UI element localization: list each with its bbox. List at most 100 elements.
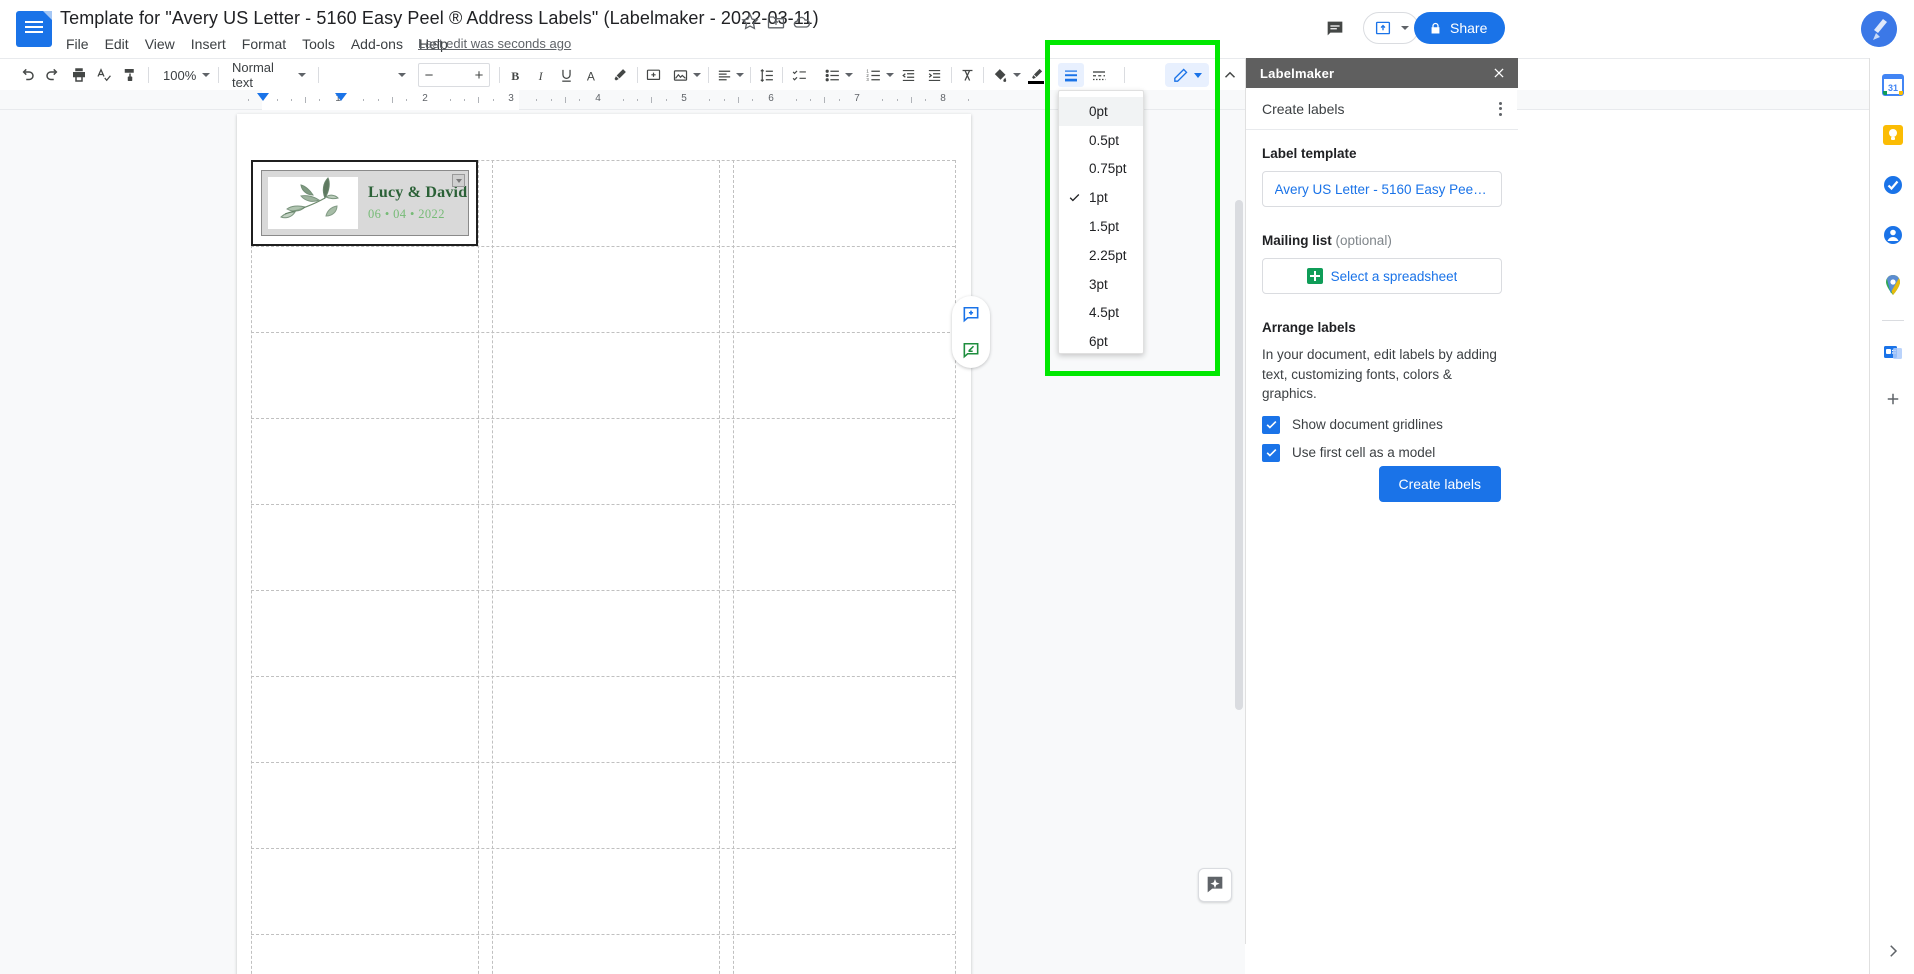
line-spacing-icon[interactable]	[754, 63, 778, 87]
font-size-increase-button[interactable]: +	[469, 64, 489, 86]
explore-button[interactable]	[1198, 868, 1232, 902]
italic-icon[interactable]: I	[529, 63, 553, 87]
border-width-label-1-5pt: 1.5pt	[1089, 219, 1120, 235]
border-width-option-3pt[interactable]: 3pt	[1059, 270, 1143, 299]
checkbox-label-show-gridlines: Show document gridlines	[1292, 417, 1443, 433]
paint-format-icon[interactable]	[118, 63, 142, 87]
google-keep-icon[interactable]	[1880, 122, 1906, 148]
move-to-folder-icon[interactable]	[766, 12, 788, 34]
border-width-option-0pt[interactable]: 0pt	[1059, 97, 1143, 126]
background-color-chevron-down-icon[interactable]	[1010, 63, 1024, 87]
first-line-indent-marker[interactable]	[257, 93, 269, 101]
page-title[interactable]: Template for "Avery US Letter - 5160 Eas…	[60, 8, 819, 29]
border-width-option-1pt[interactable]: 1pt	[1059, 183, 1143, 212]
spelling-check-icon[interactable]	[92, 63, 116, 87]
ruler[interactable]: 1 2 3 4 5 6 7 8	[0, 90, 1914, 110]
mailing-list-heading: Mailing list (optional)	[1262, 233, 1502, 248]
checkbox-use-first-cell-as-model[interactable]: Use first cell as a model	[1262, 443, 1502, 462]
border-width-label-6pt: 6pt	[1089, 334, 1108, 350]
expand-panel-icon[interactable]	[1882, 940, 1904, 962]
clear-formatting-icon[interactable]	[955, 63, 979, 87]
present-button[interactable]	[1363, 12, 1419, 44]
underline-icon[interactable]	[554, 63, 578, 87]
checklist-icon[interactable]	[787, 63, 811, 87]
last-edit-status[interactable]: Last edit was seconds ago	[418, 36, 571, 51]
label-content[interactable]: Lucy & David 06 • 04 • 2022	[261, 170, 469, 236]
left-indent-marker[interactable]	[335, 93, 347, 101]
redo-icon[interactable]	[41, 63, 65, 87]
editing-mode-button[interactable]	[1165, 63, 1209, 87]
menu-item-file[interactable]: File	[58, 33, 97, 55]
document-page[interactable]: Lucy & David 06 • 04 • 2022	[237, 114, 971, 974]
border-width-option-0-5pt[interactable]: 0.5pt	[1059, 126, 1143, 155]
insert-comment-icon[interactable]	[641, 63, 665, 87]
hide-toolbar-icon[interactable]	[1218, 63, 1242, 87]
insert-image-chevron-down-icon[interactable]	[690, 63, 704, 87]
insert-image-icon[interactable]	[668, 63, 692, 87]
menu-item-tools[interactable]: Tools	[294, 33, 343, 55]
label-template-heading: Label template	[1262, 146, 1357, 161]
create-labels-button[interactable]: Create labels	[1378, 466, 1501, 502]
menu-item-view[interactable]: View	[137, 33, 183, 55]
undo-icon[interactable]	[15, 63, 39, 87]
google-maps-icon[interactable]	[1880, 272, 1906, 298]
select-spreadsheet-button[interactable]: Select a spreadsheet	[1262, 258, 1502, 294]
suggest-edit-icon[interactable]	[961, 340, 981, 360]
border-width-label-3pt: 3pt	[1089, 276, 1108, 292]
font-size-decrease-button[interactable]: −	[419, 64, 439, 86]
menu-item-format[interactable]: Format	[234, 33, 294, 55]
align-chevron-down-icon[interactable]	[733, 63, 747, 87]
text-color-icon[interactable]: A	[580, 63, 604, 87]
star-icon[interactable]	[740, 12, 762, 34]
bulleted-list-chevron-down-icon[interactable]	[842, 63, 856, 87]
checkbox-show-document-gridlines[interactable]: Show document gridlines	[1262, 415, 1502, 434]
numbered-list-icon[interactable]: 123	[861, 63, 885, 87]
border-dash-icon[interactable]	[1086, 63, 1112, 87]
comment-history-icon[interactable]	[1320, 14, 1350, 44]
border-width-dropdown[interactable]: 0pt 0.5pt 0.75pt 1pt 1.5pt 2.25pt 3pt 4.…	[1058, 90, 1144, 354]
menu-item-insert[interactable]: Insert	[183, 33, 234, 55]
add-addon-icon[interactable]	[1884, 390, 1902, 408]
border-width-option-6pt[interactable]: 6pt	[1059, 327, 1143, 356]
increase-indent-icon[interactable]	[922, 63, 946, 87]
border-color-icon[interactable]	[1024, 63, 1048, 87]
chevron-down-icon	[202, 73, 211, 77]
border-width-option-2-25pt[interactable]: 2.25pt	[1059, 241, 1143, 270]
labelmaker-addon-icon[interactable]	[1880, 340, 1906, 366]
numbered-list-chevron-down-icon[interactable]	[883, 63, 897, 87]
google-docs-logo-icon[interactable]	[16, 11, 52, 47]
zoom-selector[interactable]: 100%	[155, 63, 211, 87]
olive-branch-illustration[interactable]	[268, 177, 358, 229]
menu-item-edit[interactable]: Edit	[97, 33, 137, 55]
close-icon[interactable]	[1490, 64, 1508, 82]
label-cell-selected[interactable]: Lucy & David 06 • 04 • 2022	[251, 160, 478, 246]
google-calendar-icon[interactable]: 31	[1880, 72, 1906, 98]
share-button[interactable]: Share	[1414, 12, 1506, 44]
bold-icon[interactable]: B	[503, 63, 527, 87]
paragraph-style-selector[interactable]: Normal text	[224, 60, 310, 90]
avatar[interactable]	[1861, 11, 1897, 47]
background-color-icon[interactable]	[988, 63, 1012, 87]
border-width-icon[interactable]	[1058, 63, 1084, 87]
border-width-option-1-5pt[interactable]: 1.5pt	[1059, 212, 1143, 241]
more-options-icon[interactable]	[1495, 98, 1506, 120]
font-size-stepper[interactable]: − +	[418, 63, 490, 87]
chevron-down-icon[interactable]	[1400, 26, 1409, 30]
table-cell-handle[interactable]	[452, 174, 465, 187]
font-family-selector[interactable]	[330, 63, 410, 87]
add-comment-icon[interactable]	[961, 304, 981, 324]
border-width-option-0-75pt[interactable]: 0.75pt	[1059, 155, 1143, 184]
document-scrollbar[interactable]	[1235, 200, 1243, 710]
cloud-saved-icon[interactable]	[792, 12, 814, 34]
google-contacts-icon[interactable]	[1880, 222, 1906, 248]
bulleted-list-icon[interactable]	[820, 63, 844, 87]
menu-bar: File Edit View Insert Format Tools Add-o…	[58, 33, 456, 55]
decrease-indent-icon[interactable]	[896, 63, 920, 87]
border-width-label-2-25pt: 2.25pt	[1089, 247, 1127, 263]
label-template-field[interactable]: Avery US Letter - 5160 Easy Peel ®…	[1262, 171, 1502, 207]
google-tasks-icon[interactable]	[1880, 172, 1906, 198]
highlight-color-icon[interactable]	[607, 63, 631, 87]
border-width-option-4-5pt[interactable]: 4.5pt	[1059, 299, 1143, 328]
menu-item-add-ons[interactable]: Add-ons	[343, 33, 411, 55]
print-icon[interactable]	[67, 63, 91, 87]
